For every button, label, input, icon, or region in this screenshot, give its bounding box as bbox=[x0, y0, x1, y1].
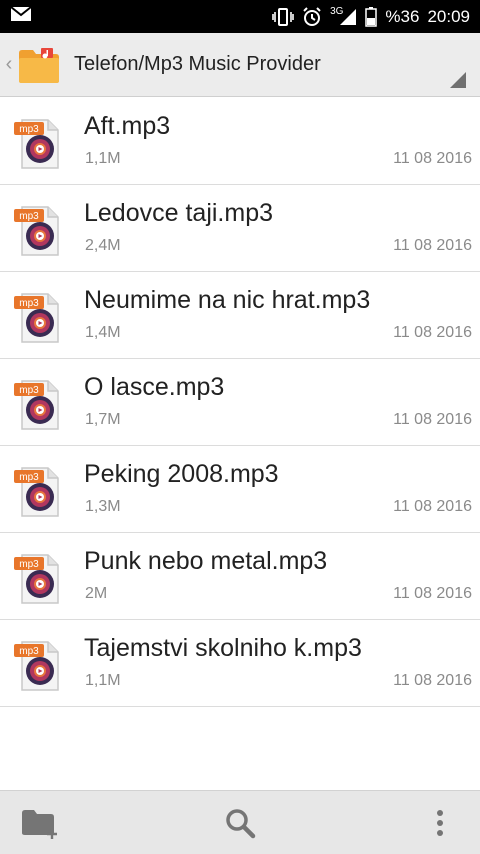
file-type-badge: mp3 bbox=[19, 124, 39, 135]
file-size: 2,4M bbox=[85, 237, 121, 254]
file-name: Ledovce taji.mp3 bbox=[84, 199, 274, 227]
file-row[interactable]: mp3 Aft.mp3 1,1M 11 08 2016 bbox=[0, 98, 480, 185]
file-row[interactable]: mp3 O lasce.mp3 1,7M 11 08 2016 bbox=[0, 359, 480, 446]
file-name: Neumime na nic hrat.mp3 bbox=[84, 286, 371, 314]
file-row[interactable]: mp3 Peking 2008.mp3 1,3M 11 08 2016 bbox=[0, 446, 480, 533]
file-type-badge: mp3 bbox=[19, 211, 39, 222]
file-date: 11 08 2016 bbox=[393, 585, 472, 602]
path-dropdown-indicator[interactable] bbox=[450, 72, 466, 88]
file-name: Peking 2008.mp3 bbox=[84, 460, 279, 488]
more-options-button[interactable] bbox=[418, 803, 462, 847]
file-name: O lasce.mp3 bbox=[84, 373, 225, 401]
more-options-icon bbox=[435, 808, 445, 843]
file-name: Tajemstvi skolniho k.mp3 bbox=[84, 634, 362, 662]
file-type-badge: mp3 bbox=[19, 646, 39, 657]
status-bar: 3G %36 20:09 bbox=[0, 0, 480, 33]
mp3-file-icon: mp3 bbox=[14, 290, 62, 346]
file-type-badge: mp3 bbox=[19, 385, 39, 396]
file-date: 11 08 2016 bbox=[393, 498, 472, 515]
file-size: 1,3M bbox=[85, 498, 121, 515]
file-size: 1,7M bbox=[85, 411, 121, 428]
current-path: Telefon/Mp3 Music Provider bbox=[74, 53, 321, 75]
mp3-file-icon: mp3 bbox=[14, 464, 62, 520]
new-folder-icon bbox=[20, 807, 60, 844]
file-name: Punk nebo metal.mp3 bbox=[84, 547, 328, 575]
bottom-toolbar bbox=[0, 790, 480, 854]
signal-icon: 3G bbox=[330, 6, 357, 26]
new-folder-button[interactable] bbox=[18, 803, 62, 847]
file-date: 11 08 2016 bbox=[393, 324, 472, 341]
alarm-icon bbox=[302, 6, 322, 27]
battery-percent: %36 bbox=[385, 6, 420, 26]
file-type-badge: mp3 bbox=[19, 559, 39, 570]
file-type-badge: mp3 bbox=[19, 472, 39, 483]
clock: 20:09 bbox=[427, 6, 470, 26]
file-row[interactable]: mp3 Punk nebo metal.mp3 2M 11 08 2016 bbox=[0, 533, 480, 620]
search-button[interactable] bbox=[218, 803, 262, 847]
mail-icon bbox=[10, 6, 32, 27]
music-folder-icon bbox=[17, 45, 61, 85]
file-date: 11 08 2016 bbox=[393, 237, 472, 254]
mp3-file-icon: mp3 bbox=[14, 203, 62, 259]
mp3-file-icon: mp3 bbox=[14, 551, 62, 607]
file-type-badge: mp3 bbox=[19, 298, 39, 309]
mp3-file-icon: mp3 bbox=[14, 638, 62, 694]
file-row[interactable]: mp3 Neumime na nic hrat.mp3 1,4M 11 08 2… bbox=[0, 272, 480, 359]
vibrate-icon bbox=[272, 7, 294, 26]
file-size: 2M bbox=[85, 585, 108, 602]
file-date: 11 08 2016 bbox=[393, 150, 472, 167]
back-chevron-icon[interactable]: ‹ bbox=[2, 53, 16, 76]
file-name: Aft.mp3 bbox=[84, 112, 171, 140]
file-size: 1,4M bbox=[85, 324, 121, 341]
file-date: 11 08 2016 bbox=[393, 672, 472, 689]
file-list: mp3 Aft.mp3 1,1M 11 08 2016 mp3 Ledovce … bbox=[0, 98, 480, 707]
mp3-file-icon: mp3 bbox=[14, 377, 62, 433]
network-type: 3G bbox=[330, 6, 344, 17]
file-row[interactable]: mp3 Tajemstvi skolniho k.mp3 1,1M 11 08 … bbox=[0, 620, 480, 707]
path-header[interactable]: ‹ Telefon/Mp3 Music Provider bbox=[0, 33, 480, 97]
file-size: 1,1M bbox=[85, 150, 121, 167]
file-row[interactable]: mp3 Ledovce taji.mp3 2,4M 11 08 2016 bbox=[0, 185, 480, 272]
mp3-file-icon: mp3 bbox=[14, 116, 62, 172]
battery-icon bbox=[365, 6, 378, 27]
search-icon bbox=[224, 807, 256, 844]
file-size: 1,1M bbox=[85, 672, 121, 689]
file-date: 11 08 2016 bbox=[393, 411, 472, 428]
